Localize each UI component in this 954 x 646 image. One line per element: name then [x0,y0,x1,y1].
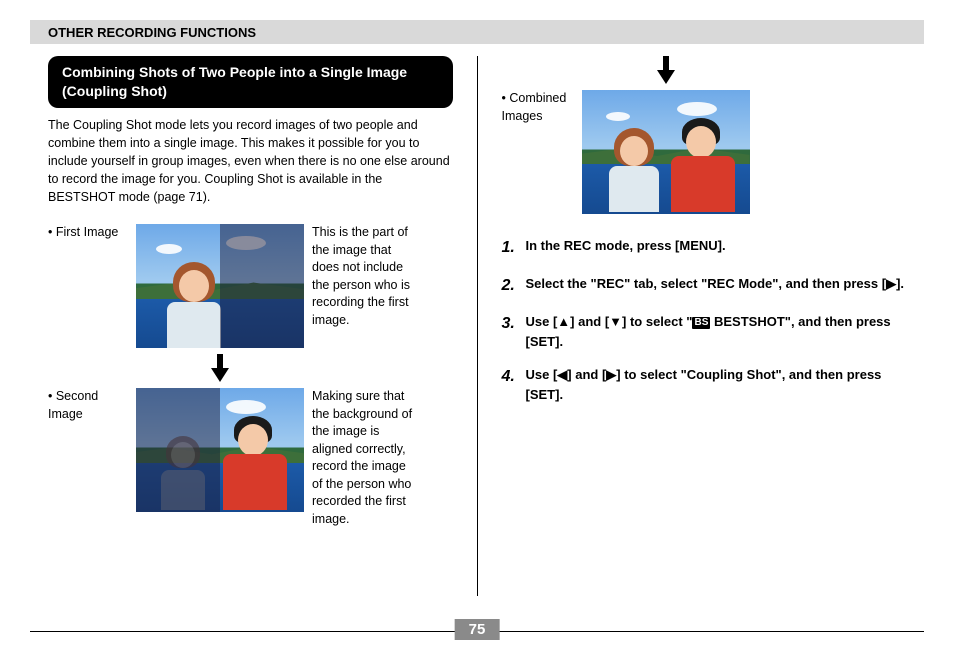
arrow-second-to-combined [582,56,750,84]
down-arrow-icon [211,354,229,382]
figure-second-image [136,388,304,512]
step-2: 2. Select the "REC" tab, select "REC Mod… [502,274,907,298]
figure-second-caption: Making sure that the background of the i… [312,388,417,528]
page-header: OTHER RECORDING FUNCTIONS [30,20,924,44]
figure-second-label: • Second Image [48,388,128,423]
figure-combined-row: • Combined Images [502,90,907,214]
down-arrow-icon [657,56,675,84]
step-text: Select the "REC" tab, select "REC Mode",… [526,274,907,298]
instruction-steps: 1. In the REC mode, press [MENU]. 2. Sel… [502,236,907,404]
section-title: Combining Shots of Two People into a Sin… [48,56,453,108]
figure-first-image [136,224,304,348]
step-number: 4. [502,365,518,404]
arrow-first-to-second [136,354,304,382]
step-text: Use [◀] and [▶] to select "Coupling Shot… [526,365,907,404]
step-text: In the REC mode, press [MENU]. [526,236,907,260]
step-number: 2. [502,274,518,298]
figure-first-row: • First Image This is the part of th [48,224,453,348]
figure-second-row: • Second Image [48,388,453,528]
column-divider [477,56,478,596]
step-number: 3. [502,312,518,351]
figure-first-label: • First Image [48,224,128,242]
page-number: 75 [455,619,500,640]
page-footer: 75 [30,631,924,632]
step-1: 1. In the REC mode, press [MENU]. [502,236,907,260]
intro-paragraph: The Coupling Shot mode lets you record i… [48,116,453,207]
step-3: 3. Use [▲] and [▼] to select "BS BESTSHO… [502,312,907,351]
step-number: 1. [502,236,518,260]
bestshot-icon: BS [692,317,710,329]
figure-first-caption: This is the part of the image that does … [312,224,417,329]
step-4: 4. Use [◀] and [▶] to select "Coupling S… [502,365,907,404]
step-text: Use [▲] and [▼] to select "BS BESTSHOT",… [526,312,907,351]
figure-combined-image [582,90,750,214]
figure-combined-label: • Combined Images [502,90,572,125]
